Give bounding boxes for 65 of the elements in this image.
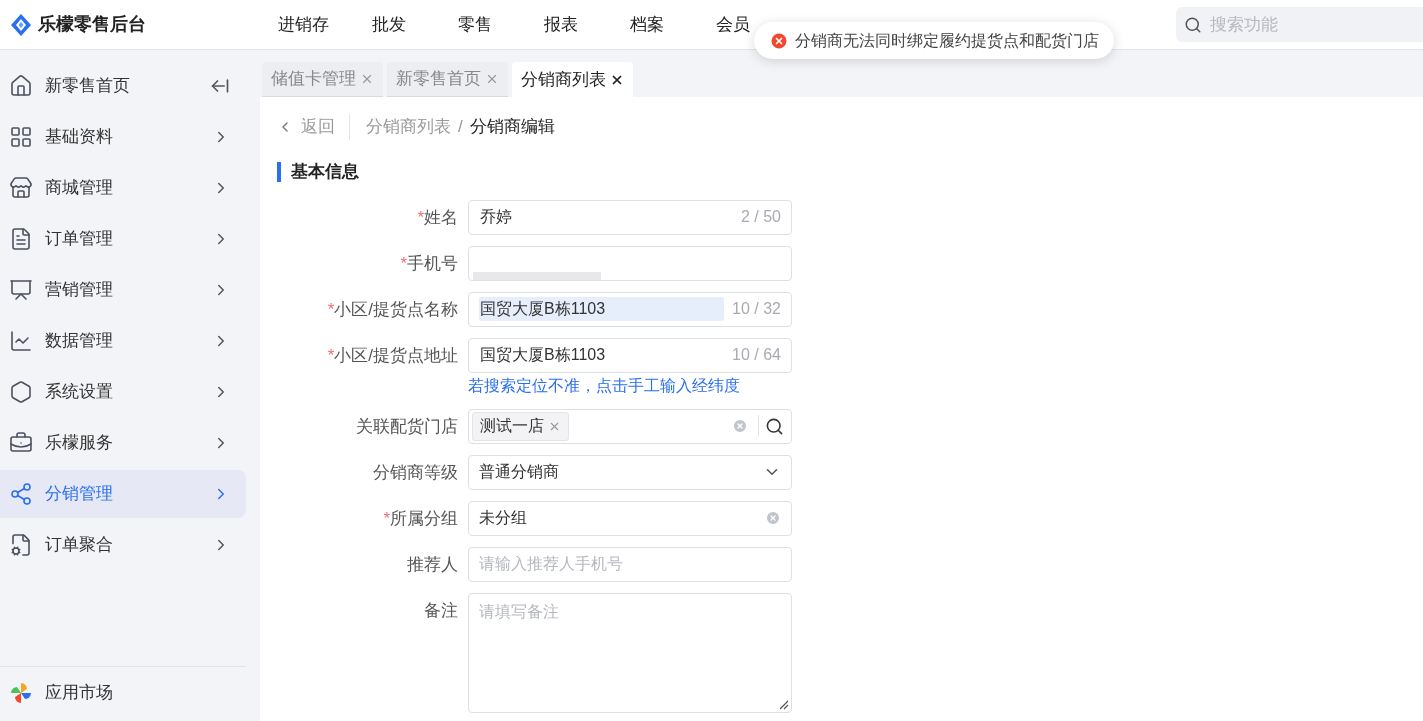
briefcase-icon [9, 431, 33, 455]
sidebar-item[interactable]: 系统设置 [0, 368, 246, 416]
breadcrumb-separator: / [458, 116, 463, 139]
section-title: 基本信息 [291, 161, 359, 183]
sidebar-item[interactable]: 商城管理 [0, 164, 246, 212]
hexagon-icon [9, 380, 33, 404]
sidebar-item[interactable]: 分销管理 [0, 470, 246, 518]
field-label: *小区/提货点名称 [326, 298, 458, 321]
character-count: 2 / 50 [740, 207, 781, 227]
sidebar-item[interactable]: 乐檬服务 [0, 419, 246, 467]
store-tag[interactable]: 测试一店 [472, 411, 569, 441]
field-label: 推荐人 [406, 553, 458, 576]
character-count: 10 / 32 [732, 299, 781, 319]
placeholder-text: 请输入推荐人手机号 [479, 554, 623, 574]
clear-icon[interactable] [732, 418, 748, 434]
group-select[interactable]: 未分组 [468, 500, 792, 536]
sidebar-item[interactable]: 订单管理 [0, 215, 246, 263]
monitor-icon [9, 278, 33, 302]
share-nodes-icon [9, 482, 33, 506]
sidebar-item[interactable]: 数据管理 [0, 317, 246, 365]
clear-icon[interactable] [765, 510, 781, 526]
input-field[interactable]: 国贸大厦B栋1103 10 / 64 [468, 337, 792, 373]
error-toast: 分销商无法同时绑定履约提货点和配货门店 [754, 22, 1114, 59]
breadcrumb-item[interactable]: 分销商编辑 [469, 114, 555, 140]
field-label: 备注 [423, 599, 458, 622]
input-field[interactable]: 乔婷 2 / 50 [468, 199, 792, 235]
sidebar-item[interactable]: 营销管理 [0, 266, 246, 314]
level-select[interactable]: 普通分销商 [468, 454, 792, 490]
search-icon [1184, 15, 1202, 34]
app-market-item[interactable]: 应用市场 [0, 673, 246, 713]
field-label: *手机号 [399, 252, 458, 275]
sidebar-item[interactable]: 基础资料 [0, 113, 246, 161]
field-label: 分销商等级 [372, 461, 458, 484]
nav-link[interactable]: 批发 [346, 11, 432, 38]
field-label: *姓名 [416, 206, 458, 229]
line-chart-icon [9, 329, 33, 353]
field-label: *小区/提货点地址 [326, 344, 458, 367]
logo-icon [10, 12, 32, 37]
sidebar-item[interactable]: 订单聚合 [0, 521, 246, 569]
field-value: 国贸大厦B栋1103 [479, 297, 725, 321]
store-icon [9, 176, 33, 200]
nav-link[interactable]: 零售 [432, 11, 518, 38]
pinwheel-icon [9, 681, 33, 705]
character-count: 10 / 64 [732, 345, 781, 365]
nav-link[interactable]: 进销存 [260, 11, 346, 38]
house-icon [9, 74, 33, 98]
page-tab[interactable]: 分销商列表 [512, 62, 633, 97]
field-value: 乔婷 [479, 207, 513, 227]
file-gear-icon [9, 533, 33, 557]
store-select-field[interactable]: 测试一店 [468, 408, 792, 444]
grid-icon [9, 125, 33, 149]
field-label: *所属分组 [382, 507, 458, 530]
brand-name: 乐檬零售后台 [38, 13, 146, 36]
document-icon [9, 227, 33, 251]
search-icon[interactable] [765, 416, 784, 436]
sidebar-item[interactable]: 新零售首页 [0, 62, 246, 110]
nav-link[interactable]: 报表 [518, 11, 604, 38]
collapse-icon[interactable] [210, 76, 230, 96]
field-value: 国贸大厦B栋1103 [479, 345, 607, 365]
input-field[interactable] [468, 245, 792, 281]
manual-coordinates-link[interactable]: 若搜索定位不准，点击手工输入经纬度 [468, 373, 792, 398]
error-icon [769, 30, 789, 51]
nav-link[interactable]: 档案 [604, 11, 690, 38]
field-label: 关联配货门店 [355, 415, 458, 438]
input-field[interactable]: 国贸大厦B栋1103 10 / 32 [468, 291, 792, 327]
